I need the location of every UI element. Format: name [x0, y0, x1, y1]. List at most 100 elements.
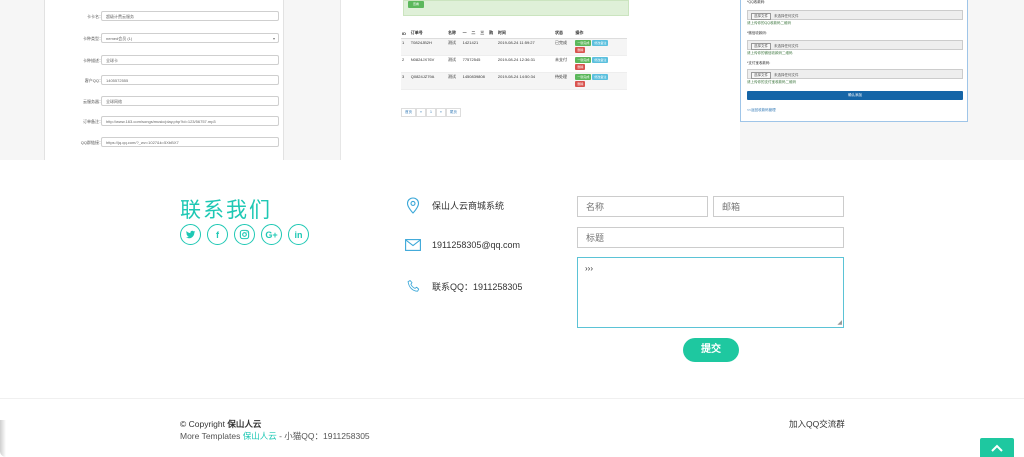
- cell-order: T0824JB2H: [409, 38, 448, 56]
- form-label: 云服务器：: [83, 99, 103, 104]
- cell-order: Q0824JZ79A: [409, 72, 448, 90]
- column-header: 名称: [447, 22, 462, 39]
- upload-label: *微信收款码:: [747, 31, 767, 35]
- form-row: 卡种类型： nemed会员 (1) ▾: [45, 33, 285, 45]
- choose-file-button: 选择文件: [751, 43, 771, 50]
- contact-address: 保山人云商城系统: [405, 196, 505, 214]
- preview-orders-panel: 查看 ID 订单号 名称 一 二 三 购 时间 状态 操作 1 T0824JB2…: [340, 0, 740, 160]
- pager-first: 首页: [401, 108, 416, 117]
- more-prefix: More Templates: [180, 431, 241, 441]
- form-label: 订单备注：: [83, 119, 103, 124]
- contact-title: 联系我们: [180, 198, 272, 222]
- email-text[interactable]: 1911258305@qq.com: [432, 240, 520, 250]
- copyright-line: © Copyright 保山人云: [180, 418, 261, 430]
- upload-field: 选择文件 未选择任何文件: [747, 69, 963, 79]
- column-header: 购: [488, 22, 497, 39]
- message-textarea[interactable]: ››› ◢: [577, 257, 844, 328]
- back-to-top-button[interactable]: [980, 438, 1014, 457]
- address-text: 保山人云商城系统: [432, 200, 505, 211]
- choose-file-button: 选择文件: [751, 72, 771, 79]
- cell-time: 2019-08-24 11:59:27: [496, 38, 554, 56]
- message-text: ›››: [585, 264, 593, 273]
- choose-file-button: 选择文件: [751, 13, 771, 20]
- cell-actions: 一键完成 修改备注 删除: [574, 38, 627, 56]
- more-templates-link[interactable]: 保山人云: [243, 431, 277, 441]
- form-label: 卡种描述：: [83, 58, 103, 63]
- facebook-icon[interactable]: f: [207, 224, 228, 245]
- complete-button: 一键完成: [575, 56, 592, 63]
- cell-name: 测试: [447, 38, 462, 56]
- cell-status: 待处理: [553, 72, 575, 90]
- google-plus-icon[interactable]: G+: [261, 224, 282, 245]
- column-header: 操作: [574, 22, 627, 39]
- form-field: 全球卡: [101, 55, 279, 65]
- linkedin-glyph: in: [294, 229, 303, 240]
- chevron-up-icon: [991, 444, 1003, 452]
- delete-button: 删除: [575, 63, 586, 70]
- form-row: 云服务器： 全球网络: [45, 96, 285, 108]
- form-field: 全球网络: [101, 96, 279, 106]
- edit-note-button: 修改备注: [592, 56, 609, 63]
- upload-tip: 请上传你的微信收款码二维码: [747, 51, 793, 55]
- footer: © Copyright 保山人云 More Templates 保山人云 - 小…: [0, 398, 1024, 457]
- form-row: 客户QQ： 1405572555: [45, 75, 285, 87]
- column-header: 订单号: [409, 22, 448, 39]
- pager-next: »: [435, 108, 446, 117]
- cell-id: 3: [401, 72, 410, 90]
- instagram-icon[interactable]: [234, 224, 255, 245]
- table-row: 3 Q0824JZ79A 测试 1450839808 2019-08-24 14…: [401, 72, 627, 90]
- cell-actions: 一键完成 修改备注 删除: [574, 72, 627, 90]
- facebook-glyph: f: [216, 229, 219, 240]
- linkedin-icon[interactable]: in: [288, 224, 309, 245]
- submit-button[interactable]: 提交: [683, 338, 739, 362]
- copyright-prefix: © Copyright: [180, 419, 226, 429]
- pager-last: 尾页: [445, 108, 461, 117]
- email-input[interactable]: [713, 196, 844, 217]
- column-header: 二: [470, 22, 480, 39]
- cell-number: 1450839808: [461, 72, 497, 90]
- cell-name: 测试: [447, 72, 462, 90]
- form-label: QQ群链接：: [80, 140, 103, 145]
- table-row: 1 T0824JB2H 测试 1421421 2019-08-24 11:59:…: [401, 38, 627, 56]
- column-header: ID: [401, 22, 410, 39]
- delete-button: 删除: [575, 46, 586, 53]
- social-links: f G+ in: [180, 224, 309, 245]
- join-qq-group-link[interactable]: 加入QQ交流群: [789, 418, 845, 430]
- cell-id: 1: [401, 38, 410, 56]
- form-label: 卡种类型：: [83, 36, 103, 41]
- complete-button: 一键完成: [575, 39, 592, 46]
- form-row: 订单备注： http://www.163.com/songs/music/pla…: [45, 116, 285, 128]
- copyright-brand: 保山人云: [227, 419, 262, 429]
- google-plus-glyph: G+: [265, 229, 278, 240]
- file-status: 未选择任何文件: [774, 73, 799, 77]
- subject-input[interactable]: [577, 227, 844, 248]
- cell-number: 1421421: [461, 38, 497, 56]
- upload-label: *QQ收款码:: [747, 0, 766, 4]
- pager-prev: «: [416, 108, 426, 117]
- name-input[interactable]: [577, 196, 708, 217]
- more-templates-line: More Templates 保山人云 - 小猫QQ：1911258305: [180, 430, 370, 442]
- cell-name: 测试: [447, 55, 462, 73]
- form-label: 客户QQ：: [84, 78, 103, 83]
- preview-form-panel: 卡卡名： 超级计费云服务 卡种类型： nemed会员 (1) ▾ 卡种描述： 全球…: [44, 0, 284, 160]
- file-status: 未选择任何文件: [774, 14, 799, 18]
- qq-text: 联系QQ：1911258305: [432, 281, 523, 292]
- twitter-icon[interactable]: [180, 224, 201, 245]
- envelope-icon: [405, 237, 421, 253]
- upload-tip: 请上传你的QQ收款码二维码: [747, 21, 791, 25]
- pagination: 首页 « 1 » 尾页: [401, 108, 461, 117]
- form-field: 超级计费云服务: [101, 11, 279, 21]
- resize-grip-icon[interactable]: ◢: [837, 320, 842, 326]
- phone-icon: [405, 278, 421, 294]
- table-row: 2 N0824JX76V 测试 77572545 2019-08-24 12:3…: [401, 55, 627, 73]
- contact-qq: 联系QQ：1911258305: [405, 278, 522, 294]
- map-pin-icon: [405, 196, 421, 214]
- confirm-add-button: 确认添加: [747, 91, 963, 100]
- column-header: 一: [461, 22, 471, 39]
- pager-page: 1: [425, 108, 436, 117]
- column-header: 时间: [496, 22, 554, 39]
- back-link: <<返回收款码管理: [747, 108, 776, 112]
- banner-button: 查看: [408, 1, 424, 8]
- cell-number: 77572545: [461, 55, 497, 73]
- cell-status: 已完成: [553, 38, 575, 56]
